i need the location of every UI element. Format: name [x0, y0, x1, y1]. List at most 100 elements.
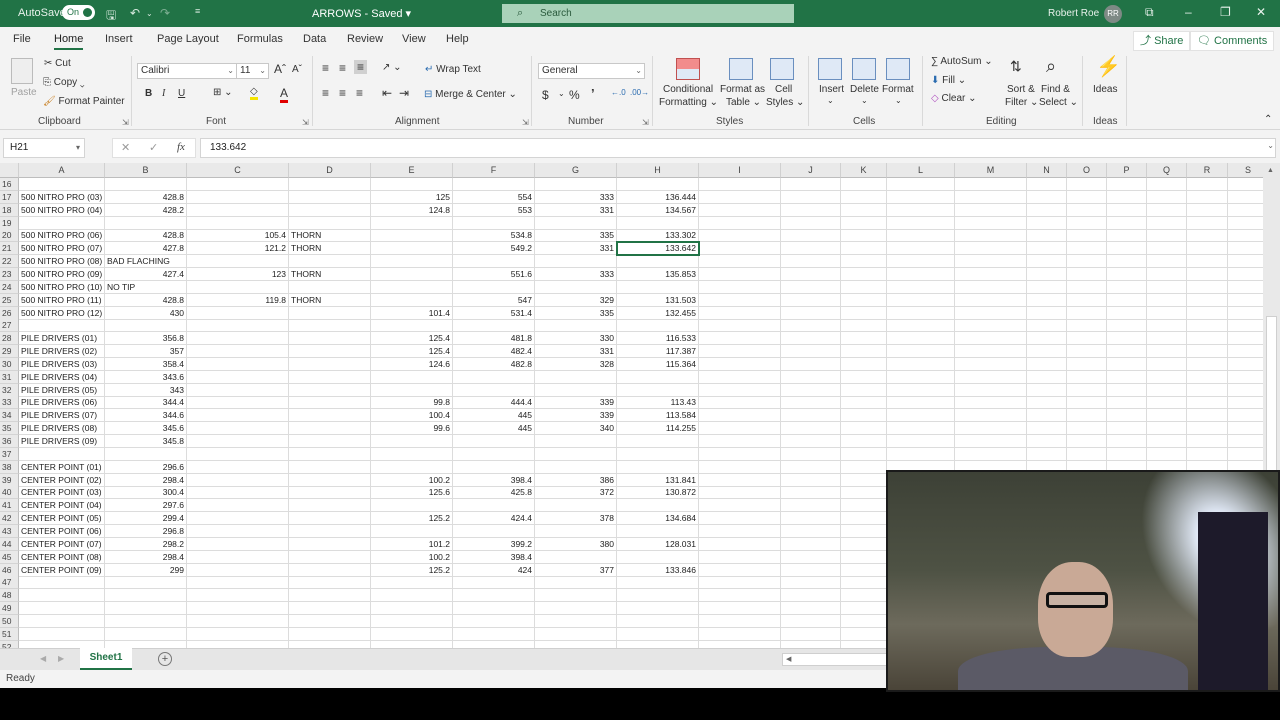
cell-n31[interactable]	[1027, 370, 1067, 384]
cell-e23[interactable]	[371, 267, 453, 281]
cell-h41[interactable]	[617, 499, 699, 513]
tab-page-layout[interactable]: Page Layout	[157, 33, 219, 45]
cell-i22[interactable]	[699, 255, 781, 269]
cell-b41[interactable]: 297.6	[105, 499, 187, 513]
cell-c28[interactable]	[187, 332, 289, 346]
cell-j22[interactable]	[781, 255, 841, 269]
cell-e18[interactable]: 124.8	[371, 203, 453, 217]
cell-o29[interactable]	[1067, 345, 1107, 359]
cell-l37[interactable]	[887, 447, 955, 461]
paste-icon[interactable]	[11, 58, 33, 84]
cell-p17[interactable]	[1107, 190, 1147, 204]
cell-e38[interactable]	[371, 460, 453, 474]
cell-m16[interactable]	[955, 178, 1027, 191]
cell-a31[interactable]: PILE DRIVERS (04)	[19, 370, 105, 384]
cell-b23[interactable]: 427.4	[105, 267, 187, 281]
cell-q29[interactable]	[1147, 345, 1187, 359]
cell-e33[interactable]: 99.8	[371, 396, 453, 410]
tab-review[interactable]: Review	[347, 33, 383, 45]
cell-s21[interactable]	[1228, 242, 1263, 256]
cell-g45[interactable]	[535, 550, 617, 564]
cell-p29[interactable]	[1107, 345, 1147, 359]
cell-b40[interactable]: 300.4	[105, 486, 187, 500]
cell-e19[interactable]	[371, 216, 453, 230]
row-header[interactable]: 24	[0, 280, 19, 294]
cell-a36[interactable]: PILE DRIVERS (09)	[19, 435, 105, 448]
cell-a46[interactable]: CENTER POINT (09)	[19, 563, 105, 577]
cell-k45[interactable]	[841, 550, 887, 564]
cell-b48[interactable]	[105, 589, 187, 603]
cell-c16[interactable]	[187, 178, 289, 191]
cell-d50[interactable]	[289, 614, 371, 628]
cell-s26[interactable]	[1228, 307, 1263, 320]
cell-i28[interactable]	[699, 332, 781, 346]
cell-n30[interactable]	[1027, 357, 1067, 371]
cell-h25[interactable]: 131.503	[617, 293, 699, 307]
cell-i42[interactable]	[699, 512, 781, 526]
cell-f20[interactable]: 534.8	[453, 229, 535, 243]
cell-m35[interactable]	[955, 422, 1027, 436]
cell-m25[interactable]	[955, 293, 1027, 307]
column-header-d[interactable]: D	[289, 163, 371, 178]
cell-h36[interactable]	[617, 435, 699, 448]
delete-cells-icon[interactable]	[852, 58, 876, 80]
cell-s17[interactable]	[1228, 191, 1263, 204]
cell-i29[interactable]	[699, 345, 781, 359]
cell-a27[interactable]	[19, 319, 105, 333]
cell-k26[interactable]	[841, 306, 887, 320]
cell-f46[interactable]: 424	[453, 563, 535, 577]
search-input[interactable]: ⌕ Search	[502, 4, 794, 23]
cell-p16[interactable]	[1107, 178, 1147, 191]
format-as-table-label2[interactable]: Table ⌄	[726, 97, 761, 108]
cell-a29[interactable]: PILE DRIVERS (02)	[19, 345, 105, 359]
cell-j28[interactable]	[781, 332, 841, 346]
cell-i40[interactable]	[699, 486, 781, 500]
cell-c34[interactable]	[187, 409, 289, 423]
cell-e30[interactable]: 124.6	[371, 357, 453, 371]
cell-g31[interactable]	[535, 370, 617, 384]
cell-q37[interactable]	[1147, 447, 1187, 461]
cell-e22[interactable]	[371, 255, 453, 269]
cell-g26[interactable]: 335	[535, 306, 617, 320]
row-header[interactable]: 22	[0, 255, 19, 269]
cell-d21[interactable]: THORN	[289, 242, 371, 256]
row-header[interactable]: 43	[0, 524, 19, 538]
cell-a44[interactable]: CENTER POINT (07)	[19, 537, 105, 551]
cell-c46[interactable]	[187, 563, 289, 577]
cell-f32[interactable]	[453, 383, 535, 397]
cell-p31[interactable]	[1107, 370, 1147, 384]
cell-c30[interactable]	[187, 357, 289, 371]
row-header[interactable]: 46	[0, 563, 19, 577]
cell-c36[interactable]	[187, 435, 289, 448]
cell-q31[interactable]	[1147, 370, 1187, 384]
cell-d30[interactable]	[289, 357, 371, 371]
minimize-icon[interactable]: –	[1185, 5, 1192, 19]
cell-l27[interactable]	[887, 319, 955, 333]
font-name-select[interactable]: Calibri ⌄	[137, 63, 237, 79]
cell-e25[interactable]	[371, 293, 453, 307]
cell-e41[interactable]	[371, 499, 453, 513]
cell-f24[interactable]	[453, 280, 535, 294]
cell-c26[interactable]	[187, 306, 289, 320]
cell-h40[interactable]: 130.872	[617, 486, 699, 500]
expand-formula-bar-icon[interactable]: ⌄	[1267, 141, 1274, 150]
font-size-select[interactable]: 11 ⌄	[236, 63, 269, 79]
chevron-down-icon[interactable]: ⌄	[895, 96, 902, 105]
cell-b42[interactable]: 299.4	[105, 512, 187, 526]
row-header[interactable]: 52	[0, 640, 19, 648]
cell-i31[interactable]	[699, 370, 781, 384]
cell-g20[interactable]: 335	[535, 229, 617, 243]
cell-g35[interactable]: 340	[535, 422, 617, 436]
cell-c21[interactable]: 121.2	[187, 242, 289, 256]
cell-a45[interactable]: CENTER POINT (08)	[19, 550, 105, 564]
cell-m18[interactable]	[955, 203, 1027, 217]
cell-e51[interactable]	[371, 627, 453, 641]
cell-g28[interactable]: 330	[535, 332, 617, 346]
cell-i50[interactable]	[699, 614, 781, 628]
column-header-o[interactable]: O	[1067, 163, 1107, 178]
cell-c41[interactable]	[187, 499, 289, 513]
delete-button[interactable]: Delete	[850, 84, 879, 95]
cell-i35[interactable]	[699, 422, 781, 436]
cell-h43[interactable]	[617, 524, 699, 538]
cell-h38[interactable]	[617, 460, 699, 474]
